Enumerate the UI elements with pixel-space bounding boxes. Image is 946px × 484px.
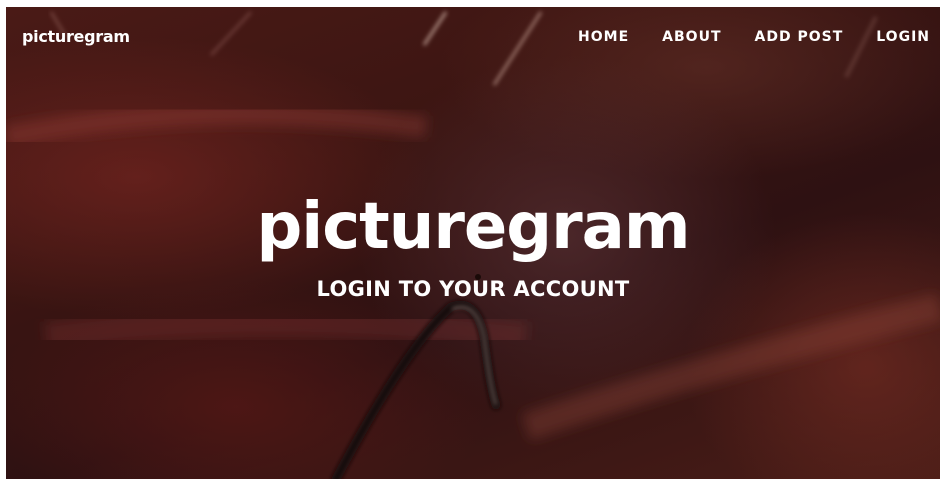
- hero-title: picturegram: [256, 190, 690, 264]
- nav-add-post-link[interactable]: ADD POST: [755, 29, 844, 45]
- top-navbar: picturegram HOME ABOUT ADD POST LOGIN: [6, 7, 940, 69]
- main-nav: HOME ABOUT ADD POST LOGIN: [545, 29, 930, 45]
- page-frame: picturegram HOME ABOUT ADD POST LOGIN pi…: [6, 7, 940, 479]
- nav-about-link[interactable]: ABOUT: [662, 29, 721, 45]
- nav-login-link[interactable]: LOGIN: [876, 29, 930, 45]
- nav-home-link[interactable]: HOME: [578, 29, 629, 45]
- hero-subtitle: LOGIN TO YOUR ACCOUNT: [316, 277, 630, 301]
- brand-logo-link[interactable]: picturegram: [22, 27, 130, 46]
